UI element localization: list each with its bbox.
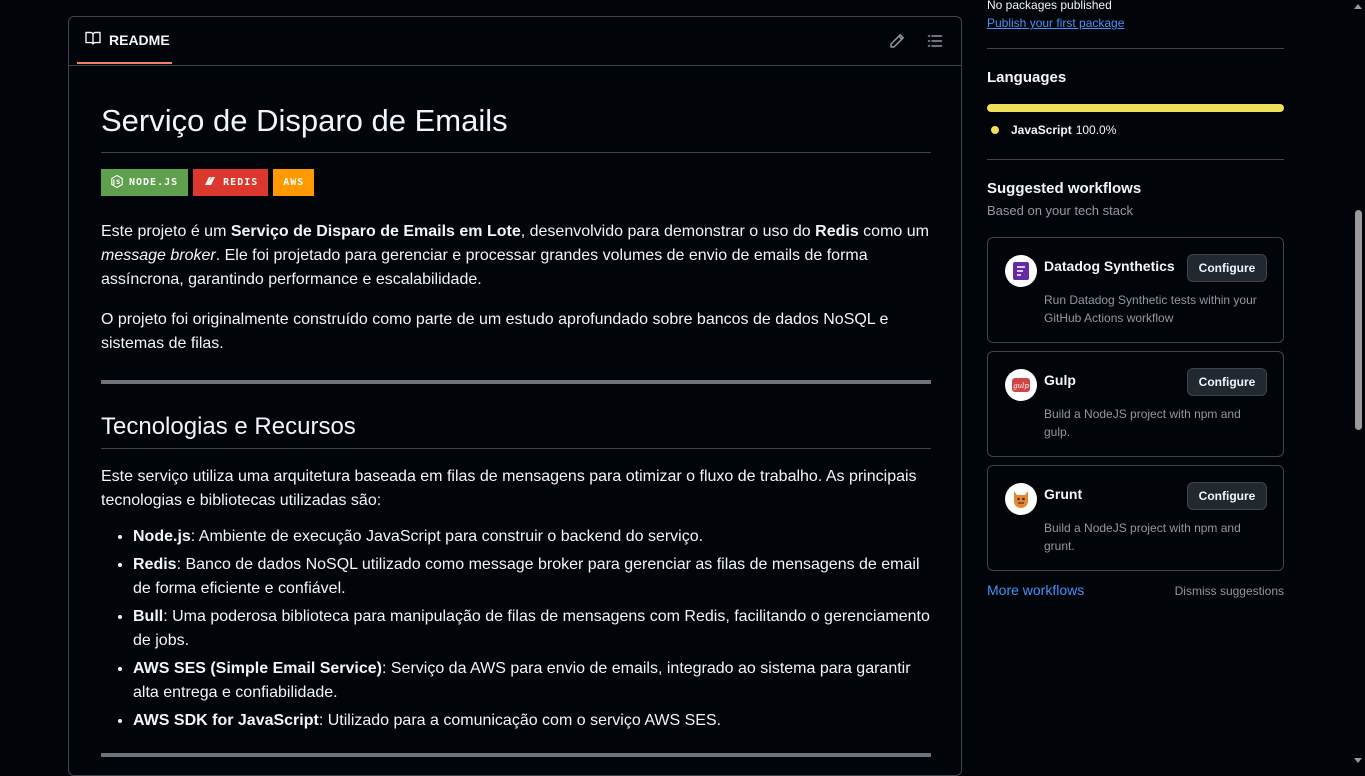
publish-package-link[interactable]: Publish your first package: [987, 16, 1124, 30]
readme-panel: README Serviço de Disparo de Emails JS N…: [68, 16, 962, 776]
intro-bold-2: Redis: [815, 223, 859, 240]
language-item[interactable]: JavaScript 100.0%: [987, 123, 1116, 137]
badge-redis-label: REDIS: [223, 177, 259, 188]
list-item-desc: : Uma poderosa biblioteca para manipulaç…: [133, 608, 930, 649]
workflow-card-datadog: Datadog Synthetics Configure Run Datadog…: [987, 237, 1284, 343]
list-item: AWS SES (Simple Email Service): Serviço …: [133, 657, 931, 705]
workflow-description: Build a NodeJS project with npm and gulp…: [1044, 407, 1241, 439]
language-dot: [991, 126, 999, 134]
readme-body: Serviço de Disparo de Emails JS NODE.JS …: [101, 65, 931, 757]
badge-aws-label: AWS: [283, 177, 305, 188]
badge-nodejs[interactable]: JS NODE.JS: [101, 169, 189, 196]
sidebar-divider: [987, 48, 1284, 49]
intro-text-4: . Ele foi projetado para gerenciar e pro…: [101, 247, 868, 288]
page-scrollbar[interactable]: [1351, 0, 1365, 767]
intro-paragraph: Este projeto é um Serviço de Disparo de …: [101, 220, 931, 292]
readme-tab[interactable]: README: [77, 17, 172, 64]
scrollbar-thumb[interactable]: [1355, 210, 1362, 430]
list-item: Bull: Uma poderosa biblioteca para manip…: [133, 605, 931, 653]
dismiss-suggestions-button[interactable]: Dismiss suggestions: [1175, 584, 1284, 598]
scroll-up-arrow-icon[interactable]: [1354, 4, 1362, 9]
list-item: Redis: Banco de dados NoSQL utilizado co…: [133, 553, 931, 601]
section-title: Tecnologias e Recursos: [101, 384, 931, 449]
packages-status: No packages published: [987, 0, 1112, 12]
language-name: JavaScript: [1011, 123, 1072, 137]
list-item: AWS SDK for JavaScript: Utilizado para a…: [133, 709, 931, 733]
list-item-name: AWS SES (Simple Email Service): [133, 660, 382, 677]
svg-text:gulp: gulp: [1013, 382, 1029, 390]
badge-redis[interactable]: REDIS: [193, 169, 269, 196]
badges: JS NODE.JS REDIS AWS: [101, 169, 931, 196]
suggested-workflows-subtitle: Based on your tech stack: [987, 203, 1133, 218]
workflow-name: Gulp: [1044, 372, 1076, 388]
list-item-desc: : Banco de dados NoSQL utilizado como me…: [133, 556, 920, 597]
workflow-card-gulp: gulp Gulp Configure Build a NodeJS proje…: [987, 351, 1284, 457]
sidebar-divider: [987, 159, 1284, 160]
list-item-name: AWS SDK for JavaScript: [133, 712, 319, 729]
svg-text:JS: JS: [112, 179, 122, 186]
readme-tab-label: README: [109, 31, 170, 48]
list-item-name: Bull: [133, 608, 164, 625]
intro-text-3: como um: [858, 223, 929, 240]
workflow-name: Grunt: [1044, 486, 1083, 502]
list-item-desc: : Utilizado para a comunicação com o ser…: [318, 712, 722, 729]
gulp-icon: gulp: [1005, 369, 1037, 401]
section-divider: [101, 753, 931, 757]
workflow-description: Run Datadog Synthetic tests within your …: [1044, 293, 1257, 325]
nodejs-icon: JS: [111, 174, 123, 191]
configure-button[interactable]: Configure: [1187, 254, 1267, 282]
grunt-icon: [1005, 483, 1037, 515]
tech-list: Node.js: Ambiente de execução JavaScript…: [101, 525, 931, 733]
languages-title: Languages: [987, 69, 1067, 86]
intro-text-2: , desenvolvido para demonstrar o uso do: [520, 223, 816, 240]
list-item-desc: : Ambiente de execução JavaScript para c…: [190, 528, 704, 545]
datadog-icon: [1005, 255, 1037, 287]
section-divider: [101, 380, 931, 384]
configure-button[interactable]: Configure: [1187, 368, 1267, 396]
list-icon[interactable]: [923, 29, 947, 53]
suggested-workflows-title: Suggested workflows: [987, 180, 1142, 197]
scroll-down-arrow-icon[interactable]: [1354, 758, 1362, 763]
list-item-name: Node.js: [133, 528, 191, 545]
language-percent: 100.0%: [1075, 123, 1117, 137]
intro-text-1: Este projeto é um: [101, 223, 231, 240]
readme-header: README: [69, 17, 961, 66]
list-item-name: Redis: [133, 556, 177, 573]
redis-icon: [203, 175, 217, 190]
list-item: Node.js: Ambiente de execução JavaScript…: [133, 525, 931, 549]
pencil-icon[interactable]: [885, 29, 909, 53]
origin-paragraph: O projeto foi originalmente construído c…: [101, 311, 889, 352]
section-intro: Este serviço utiliza uma arquitetura bas…: [101, 468, 917, 509]
intro-italic-1: message broker: [101, 247, 216, 264]
workflow-description: Build a NodeJS project with npm and grun…: [1044, 521, 1241, 553]
more-workflows-link[interactable]: More workflows: [987, 582, 1084, 598]
intro-bold-1: Serviço de Disparo de Emails em Lote: [230, 223, 521, 240]
readme-title: Serviço de Disparo de Emails: [101, 65, 931, 153]
workflow-card-grunt: Grunt Configure Build a NodeJS project w…: [987, 465, 1284, 571]
book-icon: [85, 30, 101, 49]
configure-button[interactable]: Configure: [1187, 482, 1267, 510]
workflow-name: Datadog Synthetics: [1044, 258, 1175, 274]
badge-aws[interactable]: AWS: [273, 169, 315, 196]
language-bar: [987, 104, 1284, 112]
badge-nodejs-label: NODE.JS: [129, 177, 179, 188]
